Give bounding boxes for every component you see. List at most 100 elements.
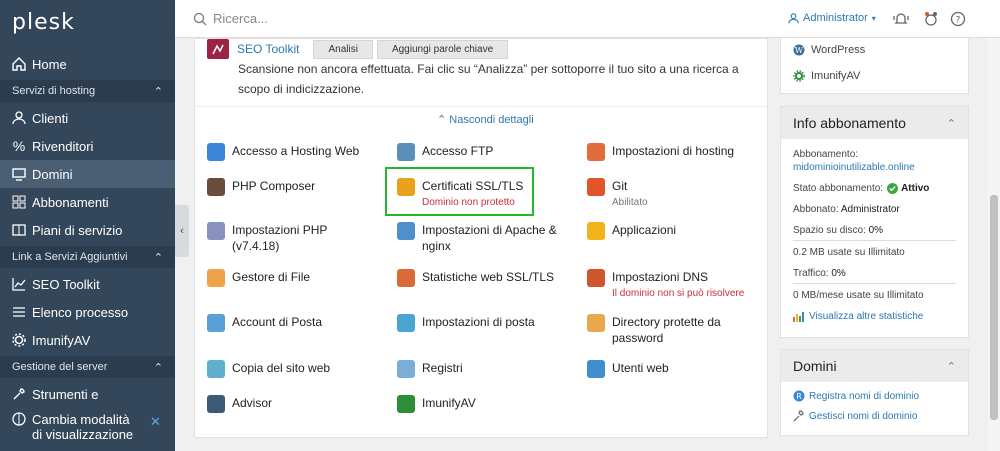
tool-15[interactable]: Copia del sito web	[207, 360, 372, 378]
register-domains-link[interactable]: R Registra nomi di dominio	[781, 390, 968, 402]
sidebar-item-piani[interactable]: Piani di servizio	[0, 216, 175, 244]
tool-label: Impostazioni di posta	[422, 315, 535, 329]
tool-18[interactable]: Advisor	[207, 395, 372, 413]
plesk-logo[interactable]: plesk	[12, 10, 75, 35]
tool-label: Copia del sito web	[232, 361, 331, 375]
search-box[interactable]: Ricerca...	[193, 11, 268, 26]
sidebar-item-label: Piani di servizio	[32, 222, 123, 238]
sidebar-collapse-toggle[interactable]: ‹	[175, 205, 189, 257]
sidebar-item-cambia[interactable]: Cambia modalità di visualizzazione ✕	[0, 412, 175, 448]
user-menu[interactable]: Administrator ▾	[788, 12, 876, 24]
sidebar-item-label: ImunifyAV	[32, 332, 91, 348]
section-label: Servizi di hosting	[12, 85, 96, 97]
subscription-header[interactable]: Info abbonamento ⌃	[781, 107, 968, 139]
tool-icon	[207, 360, 225, 378]
search-input[interactable]: Ricerca...	[213, 11, 268, 26]
tool-16[interactable]: Registri	[397, 360, 562, 378]
sidebar-item-clienti[interactable]: Clienti	[0, 104, 175, 132]
subscription-panel: Info abbonamento ⌃ Abbonamento: midomini…	[780, 106, 969, 338]
tool-icon	[587, 269, 605, 287]
tool-label: Impostazioni di Apache & nginx	[422, 223, 557, 253]
notification-icon[interactable]	[893, 11, 909, 27]
analisi-button[interactable]: Analisi	[313, 39, 373, 59]
view-stats-label: Visualizza altre statistiche	[809, 311, 924, 322]
tool-4[interactable]: Certificati SSL/TLS Dominio non protetto	[397, 178, 562, 208]
sidebar-item-seo[interactable]: SEO Toolkit	[0, 270, 175, 298]
domains-panel: Domini ⌃ R Registra nomi di dominio Gest…	[780, 349, 969, 436]
manage-domains-link[interactable]: Gestisci nomi di dominio	[781, 410, 968, 422]
tool-label: Account di Posta	[232, 315, 323, 329]
tool-label: Directory protette da password	[612, 315, 721, 345]
sidebar-item-strumenti[interactable]: Strumenti e	[0, 380, 175, 408]
tool-7[interactable]: Impostazioni di Apache & nginx	[397, 222, 562, 254]
tool-text: Impostazioni DNS Il dominio non si può ri…	[612, 269, 744, 299]
sidebar-item-label: Home	[32, 56, 67, 72]
sidebar-item-imunify[interactable]: ImunifyAV	[0, 326, 175, 354]
tool-icon	[397, 395, 415, 413]
sidebar-item-label: Clienti	[32, 110, 69, 126]
search-icon	[193, 12, 207, 25]
wordpress-link[interactable]: W WordPress	[781, 38, 968, 62]
sidebar-item-elenco[interactable]: Elenco processo	[0, 298, 175, 326]
user-menu-label: Administrator	[803, 12, 868, 24]
tool-9[interactable]: Gestore di File	[207, 269, 372, 287]
traffic-bar	[793, 283, 956, 284]
seo-toolkit-link[interactable]: SEO Toolkit	[237, 42, 299, 56]
sidebar-item-home[interactable]: Home	[0, 50, 175, 78]
close-icon[interactable]: ✕	[150, 414, 161, 430]
seo-toolkit-header: SEO Toolkit Analisi Aggiungi parole chia…	[207, 39, 512, 59]
sidebar-section-server[interactable]: Gestione del server ⌃	[0, 356, 175, 378]
tool-1[interactable]: Accesso FTP	[397, 143, 562, 161]
tool-6[interactable]: Impostazioni PHP (v7.4.18)	[207, 222, 372, 254]
hide-details-link[interactable]: ⌃ Nascondi dettagli	[437, 113, 534, 126]
status-label: Stato abbonamento:	[793, 183, 884, 194]
imunify-link[interactable]: ImunifyAV	[781, 62, 968, 90]
tool-5[interactable]: Git Abilitato	[587, 178, 757, 208]
tool-text: Accesso a Hosting Web	[232, 143, 359, 159]
disk-space: Spazio su disco: 0%	[781, 225, 968, 236]
subscription-name-link[interactable]: midominioinutilizable.online	[781, 162, 968, 173]
tool-19[interactable]: ImunifyAV	[397, 395, 562, 413]
tool-2[interactable]: Impostazioni di hosting	[587, 143, 757, 161]
apps-panel: W WordPress ImunifyAV	[780, 38, 969, 94]
tool-text: PHP Composer	[232, 178, 315, 194]
scrollbar-thumb[interactable]	[990, 195, 998, 420]
subscriber-value: Administrator	[840, 204, 900, 215]
tool-0[interactable]: Accesso a Hosting Web	[207, 143, 372, 161]
tool-text: Utenti web	[612, 360, 669, 376]
sidebar-section-links[interactable]: Link a Servizi Aggiuntivi ⌃	[0, 246, 175, 268]
view-stats-link[interactable]: Visualizza altre statistiche	[781, 311, 968, 322]
check-icon	[887, 183, 899, 194]
sidebar-item-domini[interactable]: Domini	[0, 160, 175, 188]
svg-text:R: R	[796, 392, 802, 401]
tool-14[interactable]: Directory protette da password	[587, 314, 757, 346]
sidebar-item-abbonamenti[interactable]: Abbonamenti	[0, 188, 175, 216]
help-icon[interactable]: ?	[950, 11, 966, 27]
gear-icon	[12, 333, 26, 347]
tool-3[interactable]: PHP Composer	[207, 178, 372, 196]
sidebar-item-label: Domini	[32, 166, 73, 182]
tool-12[interactable]: Account di Posta	[207, 314, 372, 332]
tool-11[interactable]: Impostazioni DNS Il dominio non si può ri…	[587, 269, 757, 299]
tool-13[interactable]: Impostazioni di posta	[397, 314, 562, 332]
subscriber: Abbonato: Administrator	[781, 204, 968, 215]
sidebar-item-rivenditori[interactable]: % Rivenditori	[0, 132, 175, 160]
divider	[195, 106, 767, 107]
tool-text: Statistiche web SSL/TLS	[422, 269, 554, 285]
tool-8[interactable]: Applicazioni	[587, 222, 757, 240]
tool-label: Impostazioni DNS	[612, 270, 709, 284]
domains-header[interactable]: Domini ⌃	[781, 350, 968, 382]
tool-icon	[397, 143, 415, 161]
sidebar-section-hosting[interactable]: Servizi di hosting ⌃	[0, 80, 175, 102]
tool-label: Advisor	[232, 396, 273, 410]
hide-details-label: Nascondi dettagli	[449, 114, 534, 126]
tool-label: ImunifyAV	[422, 396, 476, 410]
tool-17[interactable]: Utenti web	[587, 360, 757, 378]
tool-label: Statistiche web SSL/TLS	[422, 270, 555, 284]
extensions-icon[interactable]	[923, 11, 939, 27]
chevron-left-icon: ‹	[180, 225, 184, 237]
add-keywords-button[interactable]: Aggiungi parole chiave	[376, 39, 509, 59]
manage-domains-label: Gestisci nomi di dominio	[809, 410, 918, 422]
tool-10[interactable]: Statistiche web SSL/TLS	[397, 269, 562, 287]
chart-icon	[12, 277, 26, 291]
